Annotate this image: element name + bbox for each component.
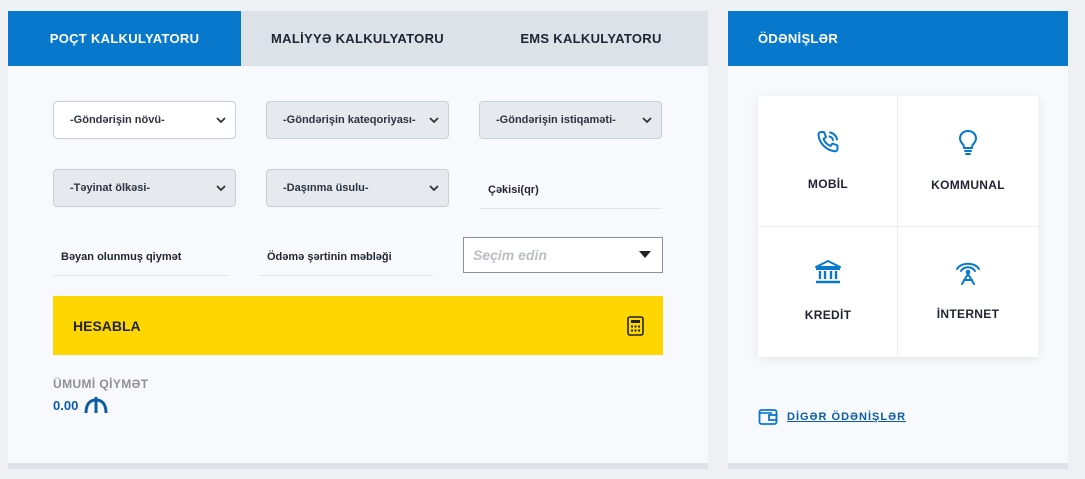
shipment-category-select[interactable]: -Göndərişin kateqoriyası- <box>266 101 449 139</box>
payment-item-utilities[interactable]: KOMMUNAL <box>898 96 1038 226</box>
shipment-direction-select[interactable]: -Göndərişin istiqaməti- <box>479 101 662 139</box>
declared-value-input[interactable]: Bəyan olunmuş qiymət <box>53 238 229 276</box>
chevron-down-icon <box>216 117 226 124</box>
tab-ems-calculator[interactable]: EMS KALKULYATORU <box>474 11 708 66</box>
destination-country-value: -Təyinat ölkəsi- <box>70 182 151 194</box>
other-payments-link[interactable]: DİGƏR ÖDƏNİŞLƏR <box>758 408 906 426</box>
calculator-icon <box>627 316 644 336</box>
choice-placeholder: Seçim edin <box>473 247 547 263</box>
payment-item-label: KOMMUNAL <box>931 178 1005 192</box>
caret-down-icon <box>639 251 651 258</box>
payment-item-label: İNTERNET <box>936 307 1000 321</box>
calculator-panel: POÇT KALKULYATORU MALİYYƏ KALKULYATORU E… <box>8 11 708 469</box>
tab-finance-calculator[interactable]: MALİYYƏ KALKULYATORU <box>241 11 474 66</box>
shipment-category-value: -Göndərişin kateqoriyası- <box>283 114 416 126</box>
shipment-type-value: -Göndərişin növü- <box>70 114 165 126</box>
calculate-button[interactable]: HESABLA <box>53 296 663 355</box>
total-price-label: ÜMUMİ QİYMƏT <box>53 377 149 391</box>
transport-method-value: -Daşınma üsulu- <box>283 182 369 194</box>
page: POÇT KALKULYATORU MALİYYƏ KALKULYATORU E… <box>0 0 1085 479</box>
payment-item-label: MOBİL <box>807 177 849 191</box>
total-price: 0.00 <box>53 396 109 414</box>
payment-amount-label: Ödəmə şərtinin məbləği <box>267 250 392 263</box>
calculator-tabs: POÇT KALKULYATORU MALİYYƏ KALKULYATORU E… <box>8 11 708 66</box>
chevron-down-icon <box>429 185 439 192</box>
choice-dropdown[interactable]: Seçim edin <box>463 237 663 273</box>
weight-input[interactable]: Çəkisi(qr) <box>480 171 662 209</box>
calculate-label: HESABLA <box>73 317 141 334</box>
shipment-direction-value: -Göndərişin istiqaməti- <box>496 114 616 126</box>
payment-item-credit[interactable]: KREDİT <box>758 226 898 356</box>
transport-method-select[interactable]: -Daşınma üsulu- <box>266 169 449 207</box>
payment-amount-input[interactable]: Ödəmə şərtinin məbləği <box>259 238 433 276</box>
chevron-down-icon <box>429 117 439 124</box>
declared-value-label: Bəyan olunmuş qiymət <box>61 250 182 263</box>
payments-panel: ÖDƏNİŞLƏR MOBİL KOMMUNAL KREDİT İNTERNET… <box>728 11 1068 469</box>
bank-icon <box>815 260 841 284</box>
payment-item-mobile[interactable]: MOBİL <box>758 96 898 226</box>
shipment-type-select[interactable]: -Göndərişin növü- <box>53 101 236 139</box>
payment-item-label: KREDİT <box>804 308 852 322</box>
tab-post-calculator[interactable]: POÇT KALKULYATORU <box>8 11 241 66</box>
payments-grid: MOBİL KOMMUNAL KREDİT İNTERNET <box>758 96 1038 357</box>
lightbulb-icon <box>959 130 977 155</box>
payments-title: ÖDƏNİŞLƏR <box>728 11 1068 66</box>
panel-bottom-bar <box>8 463 708 469</box>
phone-icon <box>817 131 839 153</box>
other-payments-label: DİGƏR ÖDƏNİŞLƏR <box>787 411 907 423</box>
panel-bottom-bar <box>728 463 1068 469</box>
manat-icon <box>84 397 108 414</box>
payment-item-internet[interactable]: İNTERNET <box>898 226 1038 356</box>
weight-label: Çəkisi(qr) <box>488 183 539 196</box>
total-price-value: 0.00 <box>53 397 79 413</box>
destination-country-select[interactable]: -Təyinat ölkəsi- <box>53 169 236 207</box>
wallet-icon <box>758 409 778 425</box>
chevron-down-icon <box>216 185 226 192</box>
chevron-down-icon <box>642 117 652 124</box>
antenna-icon <box>956 262 980 285</box>
